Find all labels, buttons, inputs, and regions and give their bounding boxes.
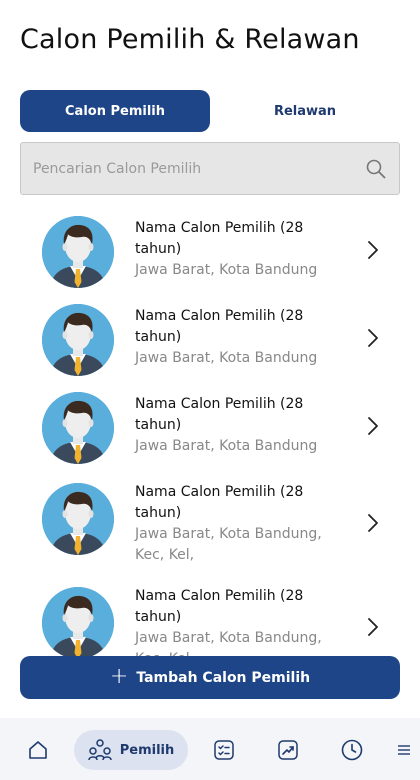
avatar [42, 483, 114, 555]
voter-location: Jawa Barat, Kota Bandung [135, 438, 318, 454]
voter-info: Nama Calon Pemilih (28 tahun) Jawa Barat,… [135, 306, 335, 369]
chevron-right-icon[interactable] [366, 415, 380, 437]
home-icon [29, 741, 47, 759]
tab-bar: Calon Pemilih Relawan [20, 90, 400, 132]
voter-name: Nama Calon Pemilih (28 tahun) [135, 220, 304, 257]
nav-menu[interactable] [392, 730, 416, 770]
plus-icon: + [109, 663, 129, 689]
nav-home[interactable] [20, 730, 56, 770]
chevron-right-icon[interactable] [366, 616, 380, 638]
search-input[interactable] [33, 160, 365, 177]
voter-name: Nama Calon Pemilih (28 tahun) [135, 484, 304, 521]
avatar [42, 392, 114, 464]
voter-location: Jawa Barat, Kota Bandung, Kec, Kel, [135, 526, 322, 563]
list-item[interactable]: Nama Calon Pemilih (28 tahun) Jawa Barat,… [0, 205, 420, 293]
checklist-icon [214, 740, 234, 760]
list-item[interactable]: Nama Calon Pemilih (28 tahun) Jawa Barat,… [0, 293, 420, 381]
list-item[interactable]: Nama Calon Pemilih (28 tahun) Jawa Barat,… [0, 381, 420, 469]
voter-name: Nama Calon Pemilih (28 tahun) [135, 588, 304, 625]
voter-info: Nama Calon Pemilih (28 tahun) Jawa Barat,… [135, 218, 335, 281]
search-bar [20, 142, 400, 195]
add-voter-button[interactable]: + Tambah Calon Pemilih [20, 656, 400, 699]
search-icon[interactable] [365, 158, 387, 180]
clock-icon [341, 739, 363, 761]
voter-location: Jawa Barat, Kota Bandung [135, 350, 318, 366]
nav-pemilih-label: Pemilih [119, 742, 175, 758]
voter-location: Jawa Barat, Kota Bandung [135, 262, 318, 278]
menu-icon [398, 745, 410, 755]
list-item[interactable]: Nama Calon Pemilih (28 tahun) Jawa Barat,… [0, 573, 420, 660]
chevron-right-icon[interactable] [366, 512, 380, 534]
voter-info: Nama Calon Pemilih (28 tahun) Jawa Barat,… [135, 586, 335, 660]
bottom-nav: Pemilih [0, 718, 420, 780]
people-network-icon [87, 739, 112, 761]
tab-calon-pemilih[interactable]: Calon Pemilih [20, 90, 210, 132]
chevron-right-icon[interactable] [366, 327, 380, 349]
trend-chart-icon [278, 740, 298, 760]
avatar [42, 587, 114, 659]
tab-relawan[interactable]: Relawan [210, 90, 400, 132]
avatar [42, 216, 114, 288]
voter-name: Nama Calon Pemilih (28 tahun) [135, 308, 304, 345]
voter-name: Nama Calon Pemilih (28 tahun) [135, 396, 304, 433]
nav-history[interactable] [334, 730, 370, 770]
list-item[interactable]: Nama Calon Pemilih (28 tahun) Jawa Barat,… [0, 469, 420, 573]
add-voter-label: Tambah Calon Pemilih [136, 669, 311, 686]
page-title: Calon Pemilih & Relawan [20, 24, 360, 55]
voter-list: Nama Calon Pemilih (28 tahun) Jawa Barat,… [0, 205, 420, 660]
avatar [42, 304, 114, 376]
nav-checklist[interactable] [206, 730, 242, 770]
nav-trend[interactable] [270, 730, 306, 770]
chevron-right-icon[interactable] [366, 239, 380, 261]
voter-info: Nama Calon Pemilih (28 tahun) Jawa Barat,… [135, 394, 335, 457]
voter-info: Nama Calon Pemilih (28 tahun) Jawa Barat,… [135, 482, 335, 566]
nav-pemilih[interactable]: Pemilih [74, 730, 188, 770]
